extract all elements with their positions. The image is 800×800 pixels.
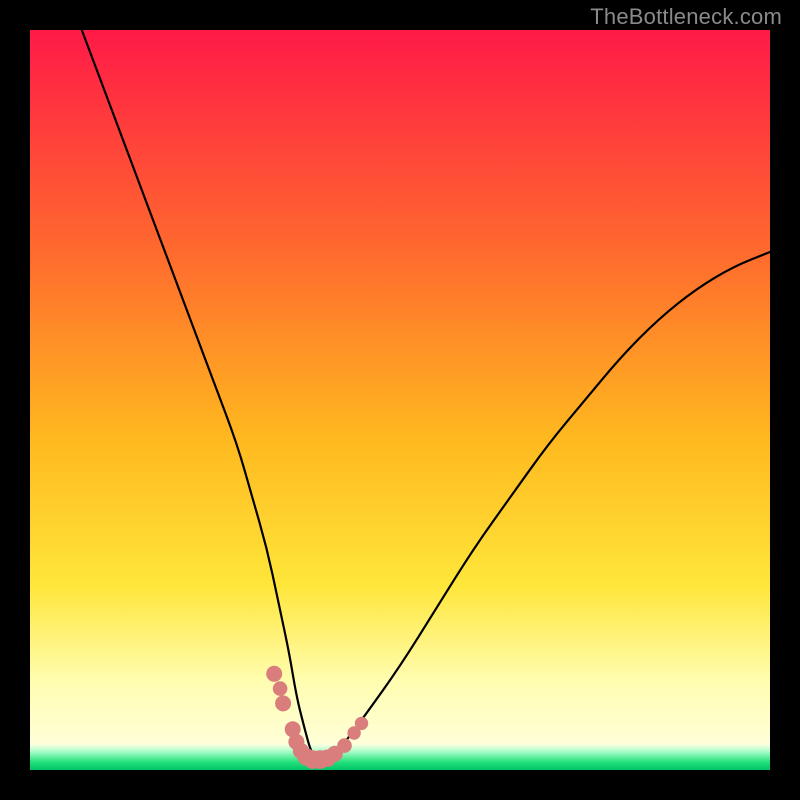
watermark-text: TheBottleneck.com [590, 4, 782, 30]
bottleneck-curve [82, 30, 770, 759]
chart-svg [30, 30, 770, 770]
plot-area [30, 30, 770, 770]
marker-dot [266, 666, 282, 682]
marker-dot [337, 738, 352, 753]
bottleneck-markers [266, 666, 368, 769]
outer-frame: TheBottleneck.com [0, 0, 800, 800]
marker-dot [355, 717, 368, 730]
marker-dot [275, 695, 291, 711]
marker-dot [273, 681, 288, 696]
